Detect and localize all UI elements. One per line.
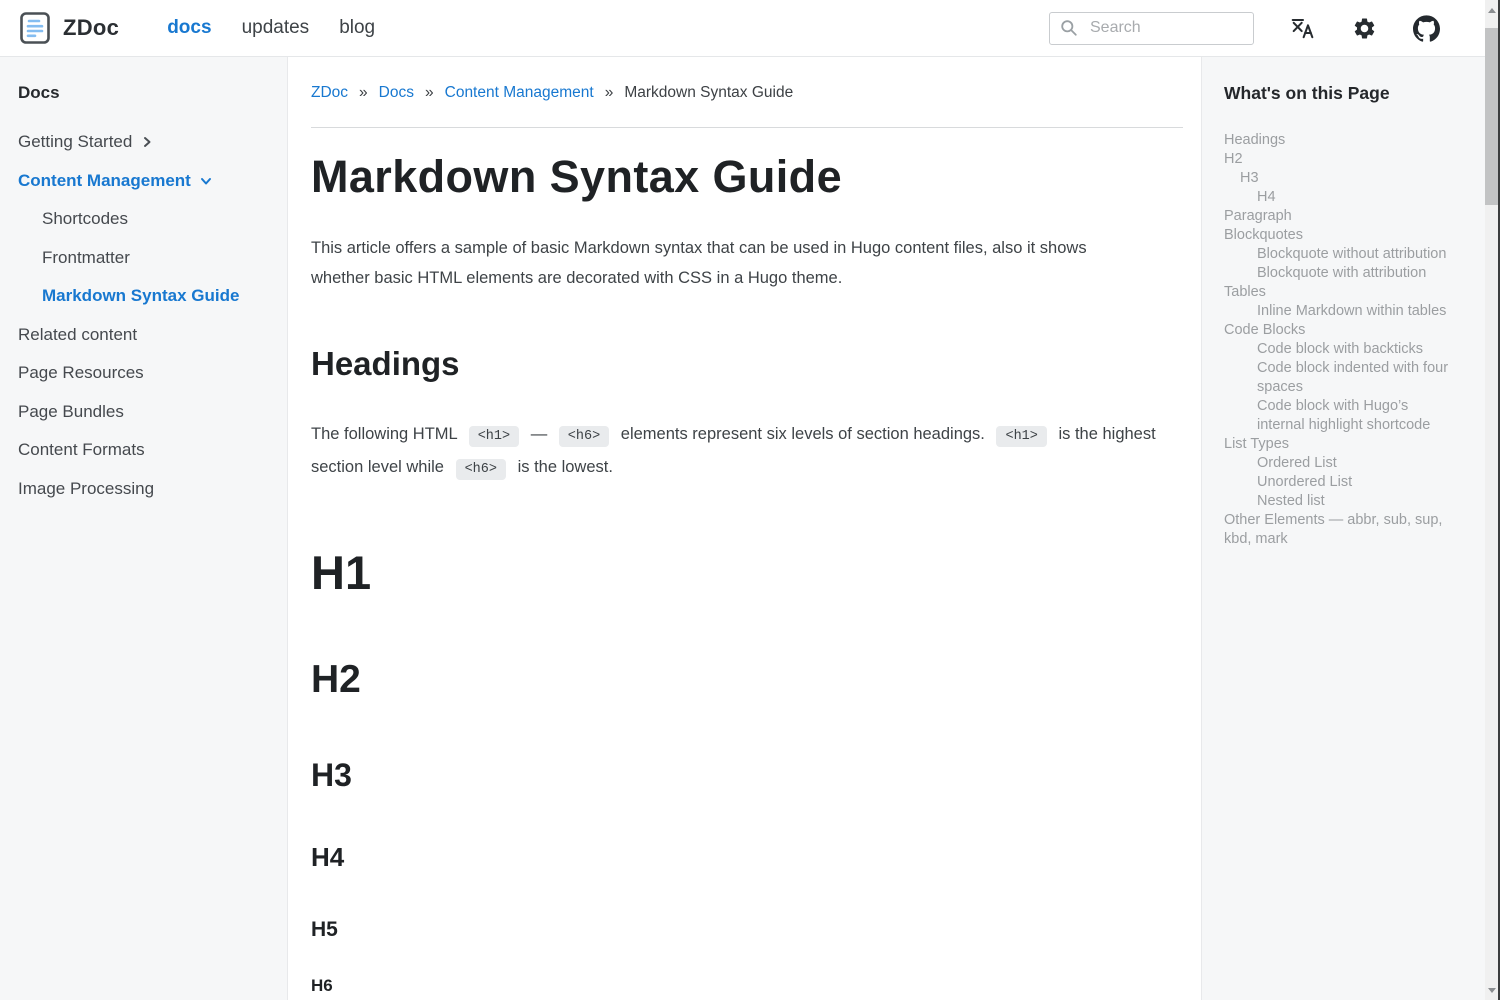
toc-item-ordered-list[interactable]: Ordered List xyxy=(1224,454,1456,473)
nav-link-docs[interactable]: docs xyxy=(167,17,211,39)
toc-list: HeadingsH2H3H4ParagraphBlockquotesBlockq… xyxy=(1224,131,1456,549)
nav-links: docs updates blog xyxy=(167,17,375,39)
app-window: ZDoc docs updates blog xyxy=(0,0,1500,1000)
toc-item-code-blocks[interactable]: Code Blocks xyxy=(1224,321,1456,340)
sidebar-item-label: Shortcodes xyxy=(42,210,128,228)
sidebar-item-label: Related content xyxy=(18,326,137,344)
toc-item-blockquote-with-attribution[interactable]: Blockquote with attribution xyxy=(1224,264,1456,283)
breadcrumb-separator: » xyxy=(425,84,434,102)
breadcrumb-item-content-management[interactable]: Content Management xyxy=(445,84,594,102)
top-navbar: ZDoc docs updates blog xyxy=(0,0,1500,57)
toc-item-other-elements-abbr-sub-sup-kbd-mark[interactable]: Other Elements — abbr, sub, sup, kbd, ma… xyxy=(1224,511,1456,549)
chevron-right-icon xyxy=(141,136,153,148)
sidebar-item-label: Page Resources xyxy=(18,364,144,382)
scrollbar-thumb[interactable] xyxy=(1485,28,1498,205)
sample-heading-h6: H6 xyxy=(311,977,1183,996)
toc-item-nested-list[interactable]: Nested list xyxy=(1224,492,1456,511)
sidebar-item-markdown-syntax-guide[interactable]: Markdown Syntax Guide xyxy=(18,287,273,305)
inline-code: <h1> xyxy=(996,426,1046,447)
logo-document-icon xyxy=(20,12,50,44)
sidebar-item-content-management[interactable]: Content Management xyxy=(18,172,273,190)
scrollbar-up-arrow[interactable] xyxy=(1485,2,1498,18)
sidebar-item-label: Frontmatter xyxy=(42,249,130,267)
sidebar-item-label: Markdown Syntax Guide xyxy=(42,287,239,305)
left-sidebar: Docs Getting Started Content Management Sh… xyxy=(0,57,288,1000)
search-input[interactable] xyxy=(1088,18,1243,38)
github-icon[interactable] xyxy=(1413,15,1440,42)
translate-icon[interactable] xyxy=(1290,15,1316,41)
sidebar-item-frontmatter[interactable]: Frontmatter xyxy=(18,249,273,267)
toc-item-paragraph[interactable]: Paragraph xyxy=(1224,207,1456,226)
inline-code: <h6> xyxy=(559,426,609,447)
toc-item-blockquotes[interactable]: Blockquotes xyxy=(1224,226,1456,245)
sample-heading-h5: H5 xyxy=(311,918,1183,941)
sidebar-item-shortcodes[interactable]: Shortcodes xyxy=(18,210,273,228)
divider xyxy=(311,127,1183,128)
text-segment: is the lowest. xyxy=(513,458,613,476)
sample-heading-h3: H3 xyxy=(311,758,1183,793)
toc-item-h4[interactable]: H4 xyxy=(1224,188,1456,207)
gear-icon[interactable] xyxy=(1352,16,1377,41)
text-segment: elements represent six levels of section… xyxy=(616,425,989,443)
sidebar-item-related-content[interactable]: Related content xyxy=(18,326,273,344)
sample-heading-h2: H2 xyxy=(311,659,1183,702)
search-icon xyxy=(1060,19,1078,37)
sidebar-item-page-bundles[interactable]: Page Bundles xyxy=(18,403,273,421)
text-segment: The following HTML xyxy=(311,425,462,443)
inline-code: <h1> xyxy=(469,426,519,447)
toc-item-inline-markdown-within-tables[interactable]: Inline Markdown within tables xyxy=(1224,302,1456,321)
sidebar-item-getting-started[interactable]: Getting Started xyxy=(18,133,273,151)
intro-paragraph: This article offers a sample of basic Ma… xyxy=(311,233,1146,293)
toc-item-headings[interactable]: Headings xyxy=(1224,131,1456,150)
toc-item-h2[interactable]: H2 xyxy=(1224,150,1456,169)
toc-item-h3[interactable]: H3 xyxy=(1224,169,1456,188)
search-box[interactable] xyxy=(1049,12,1254,45)
toc-item-code-block-indented-with-four-spaces[interactable]: Code block indented with four spaces xyxy=(1224,359,1456,397)
sidebar-item-label: Image Processing xyxy=(18,480,154,498)
toc-item-tables[interactable]: Tables xyxy=(1224,283,1456,302)
breadcrumb-item-markdown-syntax-guide: Markdown Syntax Guide xyxy=(624,84,793,102)
breadcrumb-separator: » xyxy=(605,84,614,102)
scrollbar[interactable] xyxy=(1485,0,1498,1000)
right-sidebar: What's on this Page HeadingsH2H3H4Paragr… xyxy=(1201,57,1500,1000)
breadcrumb-item-zdoc[interactable]: ZDoc xyxy=(311,84,348,102)
toc-item-blockquote-without-attribution[interactable]: Blockquote without attribution xyxy=(1224,245,1456,264)
main-content: ZDoc » Docs » Content Management » Markdown Sy… xyxy=(288,57,1201,1000)
headings-paragraph: The following HTML <h1> — <h6> elements … xyxy=(311,419,1171,485)
breadcrumb: ZDoc » Docs » Content Management » Markdown Sy… xyxy=(311,84,1183,102)
chevron-down-icon xyxy=(200,175,212,187)
toc-item-code-block-with-hugo-s-internal-highlight-shortcode[interactable]: Code block with Hugo’s internal highligh… xyxy=(1224,397,1456,435)
section-heading-headings: Headings xyxy=(311,345,1183,383)
toc-title: What's on this Page xyxy=(1224,83,1456,104)
sidebar-item-image-processing[interactable]: Image Processing xyxy=(18,480,273,498)
breadcrumb-separator: » xyxy=(359,84,368,102)
toc-item-unordered-list[interactable]: Unordered List xyxy=(1224,473,1456,492)
inline-code: <h6> xyxy=(456,459,506,480)
breadcrumb-item-docs[interactable]: Docs xyxy=(379,84,414,102)
sidebar-item-page-resources[interactable]: Page Resources xyxy=(18,364,273,382)
scrollbar-down-arrow[interactable] xyxy=(1485,982,1498,998)
sidebar-title: Docs xyxy=(18,83,273,103)
sidebar-item-label: Content Formats xyxy=(18,441,145,459)
sidebar-item-label: Content Management xyxy=(18,172,191,190)
sidebar-item-label: Page Bundles xyxy=(18,403,124,421)
nav-link-updates[interactable]: updates xyxy=(242,17,310,39)
heading-samples: H1 H2 H3 H4 H5 H6 xyxy=(311,547,1183,995)
sample-heading-h1: H1 xyxy=(311,547,1183,599)
sidebar-item-content-formats[interactable]: Content Formats xyxy=(18,441,273,459)
sidebar-item-label: Getting Started xyxy=(18,133,132,151)
brand-name: ZDoc xyxy=(63,15,119,41)
toc-item-list-types[interactable]: List Types xyxy=(1224,435,1456,454)
sidebar-nav: Getting Started Content Management Shortco… xyxy=(18,133,273,498)
nav-link-blog[interactable]: blog xyxy=(339,17,375,39)
brand[interactable]: ZDoc xyxy=(20,12,119,44)
navbar-right xyxy=(1049,12,1440,45)
text-segment: — xyxy=(526,425,552,443)
sample-heading-h4: H4 xyxy=(311,843,1183,872)
page-title: Markdown Syntax Guide xyxy=(311,151,1183,203)
toc-item-code-block-with-backticks[interactable]: Code block with backticks xyxy=(1224,340,1456,359)
page-layout: Docs Getting Started Content Management Sh… xyxy=(0,57,1500,1000)
